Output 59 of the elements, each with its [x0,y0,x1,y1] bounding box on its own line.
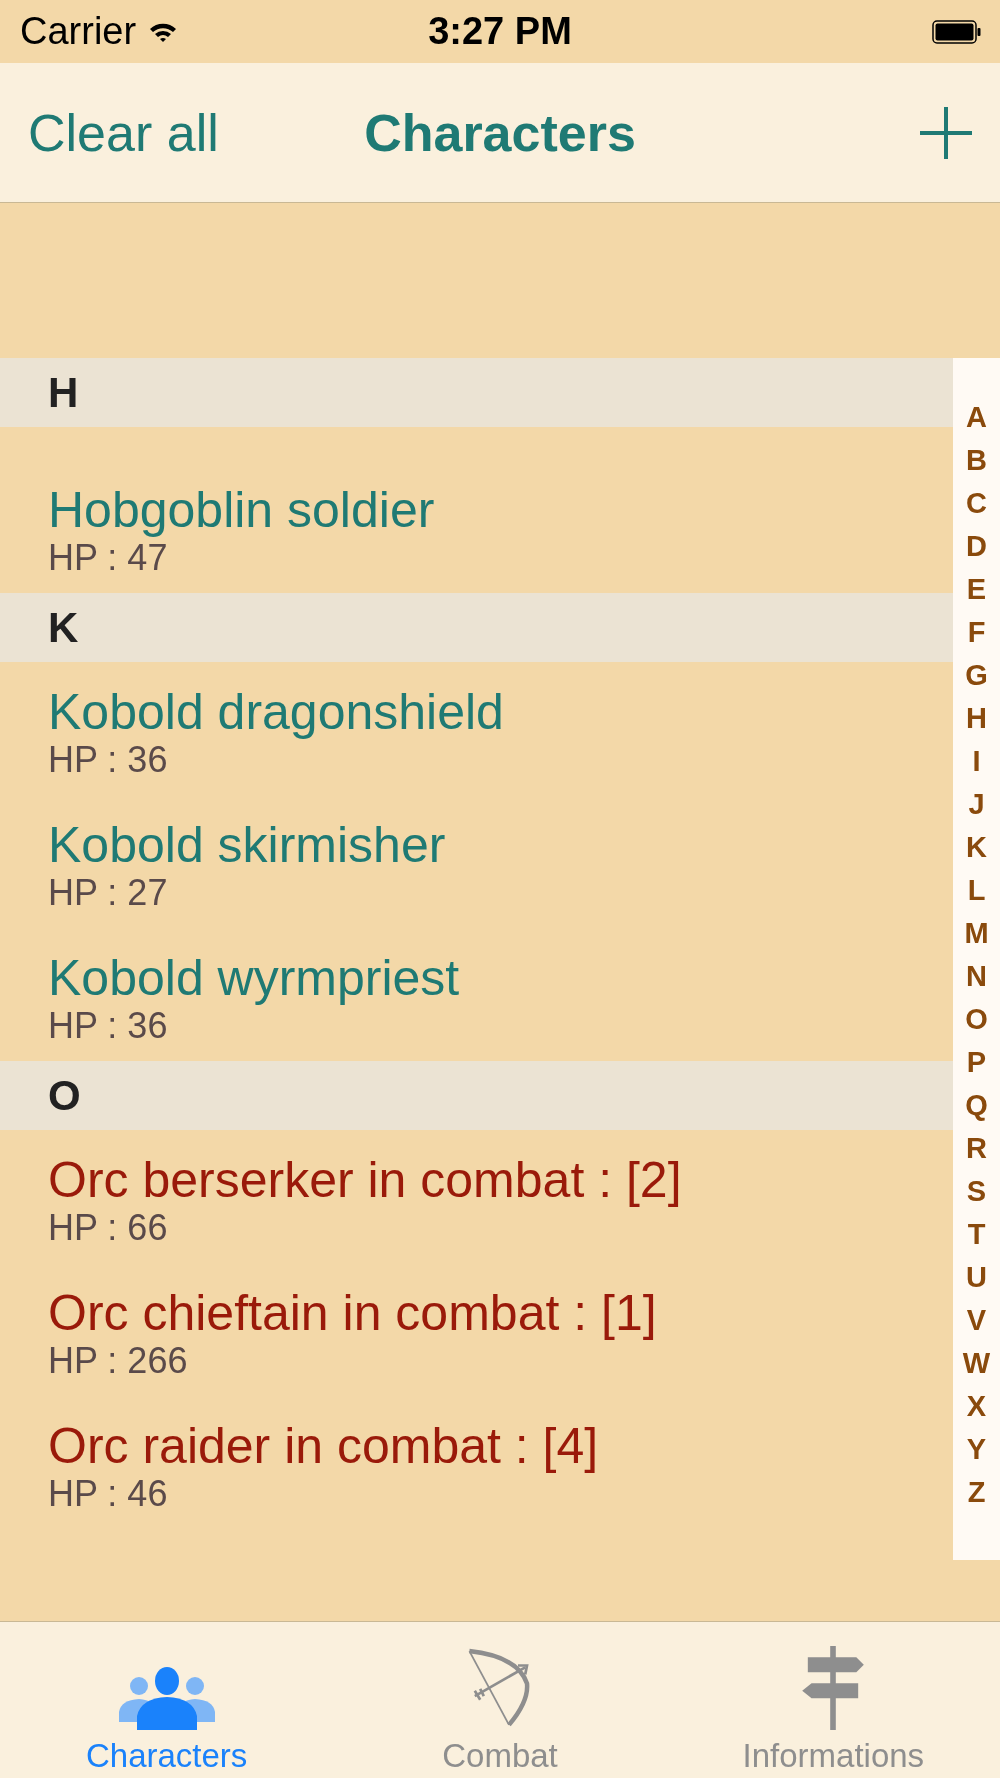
index-letter[interactable]: S [966,1170,987,1213]
index-letter[interactable]: X [966,1385,987,1428]
hp-label: HP : 36 [48,1006,168,1046]
index-letter[interactable]: Z [967,1471,986,1514]
index-letter[interactable]: R [966,1127,987,1170]
character-name: Orc berserker in combat : [2] [48,1152,682,1208]
index-letter[interactable]: L [967,869,986,912]
signpost-icon [800,1646,867,1730]
index-letter[interactable]: Q [965,1084,988,1127]
index-letter[interactable]: N [966,955,987,998]
index-letter[interactable]: U [966,1256,987,1299]
index-letter[interactable]: P [966,1041,987,1084]
section-header: O [0,1061,953,1130]
character-row[interactable]: Orc chieftain in combat : [1] HP : 266 [0,1263,953,1396]
hp-label: HP : 27 [48,873,168,913]
carrier-label: Carrier [20,10,137,53]
section-header: H [0,358,953,427]
index-letter[interactable]: G [965,654,988,697]
character-name: Kobold skirmisher [48,817,446,873]
index-letter[interactable]: E [966,568,987,611]
character-name: Kobold dragonshield [48,684,504,740]
character-row[interactable]: Kobold skirmisher HP : 27 [0,795,953,928]
hp-label: HP : 47 [48,538,168,578]
character-row[interactable]: Orc berserker in combat : [2] HP : 66 [0,1130,953,1263]
index-letter[interactable]: I [972,740,981,783]
index-letter[interactable]: D [966,525,987,568]
section-header: K [0,593,953,662]
hp-label: HP : 66 [48,1208,168,1248]
character-row[interactable]: Kobold wyrmpriest HP : 36 [0,928,953,1061]
index-letter[interactable]: W [962,1342,991,1385]
character-row[interactable]: Kobold dragonshield HP : 36 [0,662,953,795]
index-letter[interactable]: J [968,783,985,826]
character-name: Hobgoblin soldier [48,482,435,538]
index-letter[interactable]: B [966,439,987,482]
hp-label: HP : 36 [48,740,168,780]
character-row[interactable]: Hobgoblin soldier HP : 47 [0,460,953,593]
index-letter[interactable]: Y [966,1428,987,1471]
add-icon[interactable] [918,104,974,161]
character-name: Orc raider in combat : [4] [48,1418,599,1474]
index-letter[interactable]: H [966,697,987,740]
hp-label: HP : 46 [48,1474,168,1514]
nav-title: Characters [364,102,636,163]
hp-label: HP : 266 [48,1341,188,1381]
index-letter[interactable]: M [964,912,989,955]
character-name: Orc chieftain in combat : [1] [48,1285,657,1341]
index-letter[interactable]: C [966,482,987,525]
status-time: 3:27 PM [428,10,572,53]
character-name: Kobold wyrmpriest [48,950,460,1006]
battery-icon [932,19,982,44]
index-letter[interactable]: F [967,611,986,654]
section-index[interactable]: A B C D E F G H I J K L M N O P Q R S T U V W X Y Z [953,358,1000,1560]
people-icon [116,1666,217,1730]
index-letter[interactable]: K [966,826,987,869]
index-letter[interactable]: O [965,998,988,1041]
clear-all-button[interactable]: Clear all [28,102,219,163]
index-letter[interactable]: V [966,1299,987,1342]
index-letter[interactable]: T [967,1213,986,1256]
character-row[interactable]: Orc raider in combat : [4] HP : 46 [0,1396,953,1529]
index-letter[interactable]: A [966,396,987,439]
